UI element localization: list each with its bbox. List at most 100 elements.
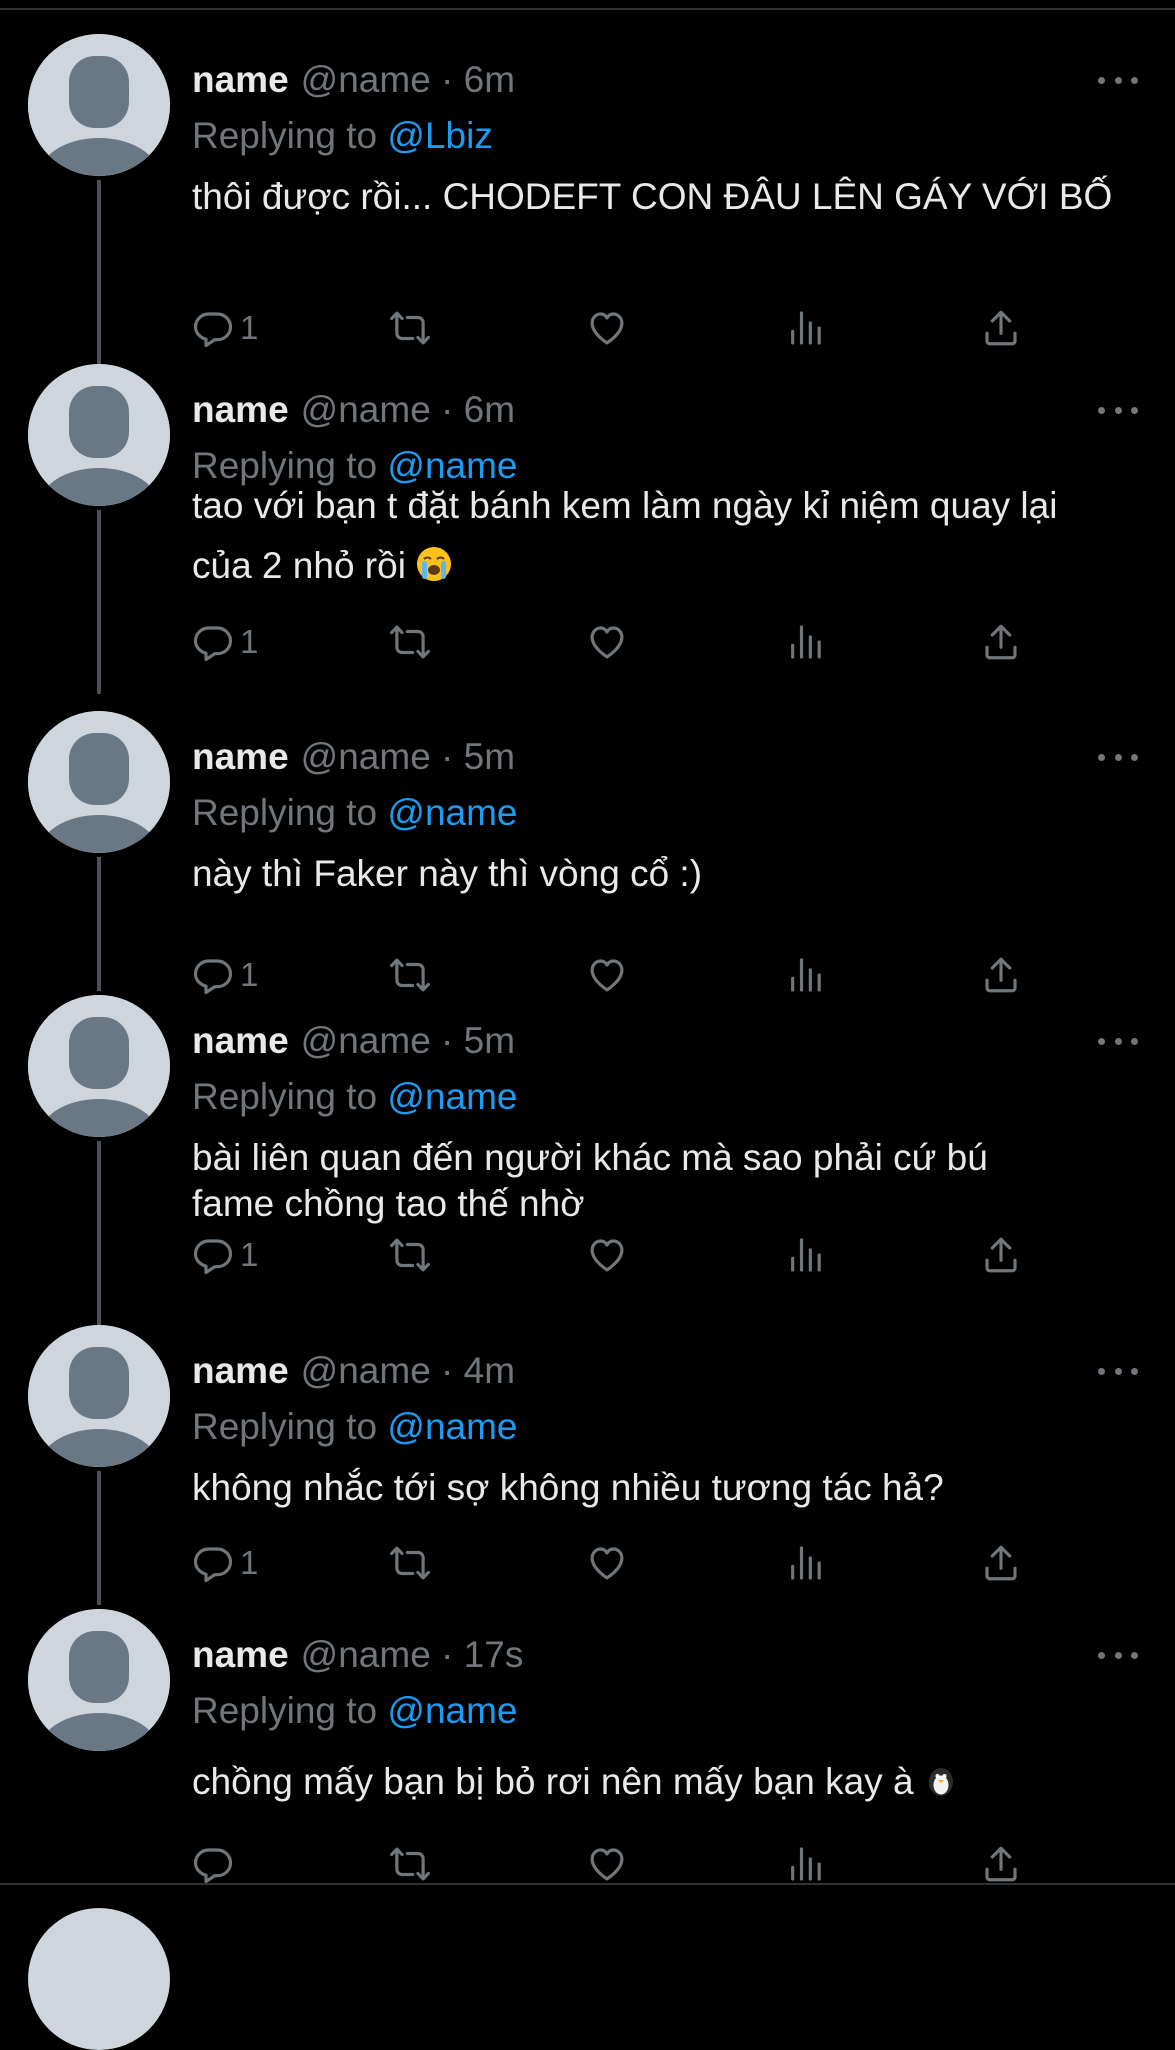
thread-connector-line [97, 857, 101, 991]
views-button[interactable] [786, 1230, 826, 1280]
tweet-text-content: chồng mấy bạn bị bỏ rơi nên mấy bạn kay … [192, 1761, 914, 1802]
replying-to: Replying to @name [192, 1690, 518, 1736]
separator-dot: · [430, 389, 464, 430]
views-button[interactable] [786, 303, 826, 353]
more-options-icon[interactable] [1098, 400, 1138, 420]
retweet-button[interactable] [387, 1839, 433, 1889]
retweet-icon [387, 621, 433, 663]
replying-to-handle[interactable]: @name [387, 1690, 517, 1731]
timestamp[interactable]: 5m [464, 1020, 515, 1061]
tweet-text-content: thôi được rồi... CHODEFT CON ĐÂU LÊN GÁY… [192, 176, 1113, 217]
timestamp[interactable]: 17s [464, 1634, 524, 1675]
username-handle[interactable]: @name [301, 1350, 431, 1391]
username-handle[interactable]: @name [301, 736, 431, 777]
reply-button[interactable]: 1 [192, 950, 258, 1000]
reply-button[interactable] [192, 1839, 240, 1889]
retweet-button[interactable] [387, 617, 433, 667]
display-name[interactable]: name [192, 1020, 289, 1062]
like-button[interactable] [585, 303, 629, 353]
bar-chart-icon [786, 1542, 826, 1584]
tweet-meta: @name · 17s [301, 1634, 524, 1676]
replying-to-label: Replying to [192, 1076, 378, 1117]
share-button[interactable] [980, 950, 1022, 1000]
views-button[interactable] [786, 617, 826, 667]
retweet-icon [387, 307, 433, 349]
heart-icon [585, 1843, 629, 1885]
avatar[interactable] [28, 711, 170, 853]
username-handle[interactable]: @name [301, 59, 431, 100]
views-button[interactable] [786, 1839, 826, 1889]
share-button[interactable] [980, 303, 1022, 353]
display-name[interactable]: name [192, 1634, 289, 1676]
like-button[interactable] [585, 1839, 629, 1889]
reply-count: 1 [240, 1544, 259, 1581]
share-button[interactable] [980, 617, 1022, 667]
like-button[interactable] [585, 950, 629, 1000]
like-button[interactable] [585, 1230, 629, 1280]
timestamp[interactable]: 6m [464, 389, 515, 430]
tweet-thread: name @name · 6m Replying to @Lbiz thôi được… [0, 0, 1175, 1920]
like-button[interactable] [585, 617, 629, 667]
replying-to-handle[interactable]: @name [387, 1406, 517, 1447]
reply-icon [192, 1542, 234, 1584]
retweet-button[interactable] [387, 1230, 433, 1280]
bar-chart-icon [786, 1843, 826, 1885]
like-button[interactable] [585, 1538, 629, 1588]
heart-icon [585, 954, 629, 996]
replying-to-handle[interactable]: @name [387, 1076, 517, 1117]
tweet-text: không nhắc tới sợ không nhiều tương tác … [192, 1465, 1142, 1511]
avatar[interactable] [28, 995, 170, 1137]
bar-chart-icon [786, 307, 826, 349]
separator-dot: · [430, 1634, 464, 1675]
timestamp[interactable]: 6m [464, 59, 515, 100]
avatar[interactable] [28, 1908, 170, 2050]
timestamp[interactable]: 4m [464, 1350, 515, 1391]
reply-icon [192, 307, 234, 349]
avatar[interactable] [28, 364, 170, 506]
timestamp[interactable]: 5m [464, 736, 515, 777]
display-name[interactable]: name [192, 736, 289, 778]
display-name[interactable]: name [192, 1350, 289, 1392]
tweet-text-content: bài liên quan đến người khác mà sao phải… [192, 1137, 988, 1224]
bottom-divider [0, 1883, 1175, 1885]
share-button[interactable] [980, 1839, 1022, 1889]
more-options-icon[interactable] [1098, 747, 1138, 767]
retweet-button[interactable] [387, 303, 433, 353]
tweet-text: tao với bạn t đặt bánh kem làm ngày kỉ n… [192, 476, 1142, 600]
avatar[interactable] [28, 1609, 170, 1751]
username-handle[interactable]: @name [301, 389, 431, 430]
heart-icon [585, 1234, 629, 1276]
reply-button[interactable]: 1 [192, 1230, 258, 1280]
thread-connector-line [97, 180, 101, 364]
share-button[interactable] [980, 1538, 1022, 1588]
bar-chart-icon [786, 1234, 826, 1276]
display-name[interactable]: name [192, 389, 289, 431]
more-options-icon[interactable] [1098, 70, 1138, 90]
reply-button[interactable]: 1 [192, 303, 258, 353]
replying-to-handle[interactable]: @name [387, 792, 517, 833]
bar-chart-icon [786, 621, 826, 663]
avatar[interactable] [28, 34, 170, 176]
username-handle[interactable]: @name [301, 1634, 431, 1675]
retweet-button[interactable] [387, 950, 433, 1000]
share-icon [980, 954, 1022, 996]
share-icon [980, 621, 1022, 663]
tweet-meta: @name · 5m [301, 736, 515, 778]
avatar[interactable] [28, 1325, 170, 1467]
replying-to: Replying to @name [192, 792, 518, 838]
display-name[interactable]: name [192, 59, 289, 101]
more-options-icon[interactable] [1098, 1361, 1138, 1381]
reply-button[interactable]: 1 [192, 1538, 258, 1588]
replying-to-label: Replying to [192, 1406, 378, 1447]
username-handle[interactable]: @name [301, 1020, 431, 1061]
reply-button[interactable]: 1 [192, 617, 258, 667]
retweet-button[interactable] [387, 1538, 433, 1588]
replying-to-handle[interactable]: @Lbiz [387, 115, 492, 156]
more-options-icon[interactable] [1098, 1645, 1138, 1665]
crying-face-emoji-icon [416, 540, 452, 600]
share-button[interactable] [980, 1230, 1022, 1280]
views-button[interactable] [786, 1538, 826, 1588]
views-button[interactable] [786, 950, 826, 1000]
tweet-meta: @name · 6m [301, 389, 515, 431]
more-options-icon[interactable] [1098, 1031, 1138, 1051]
